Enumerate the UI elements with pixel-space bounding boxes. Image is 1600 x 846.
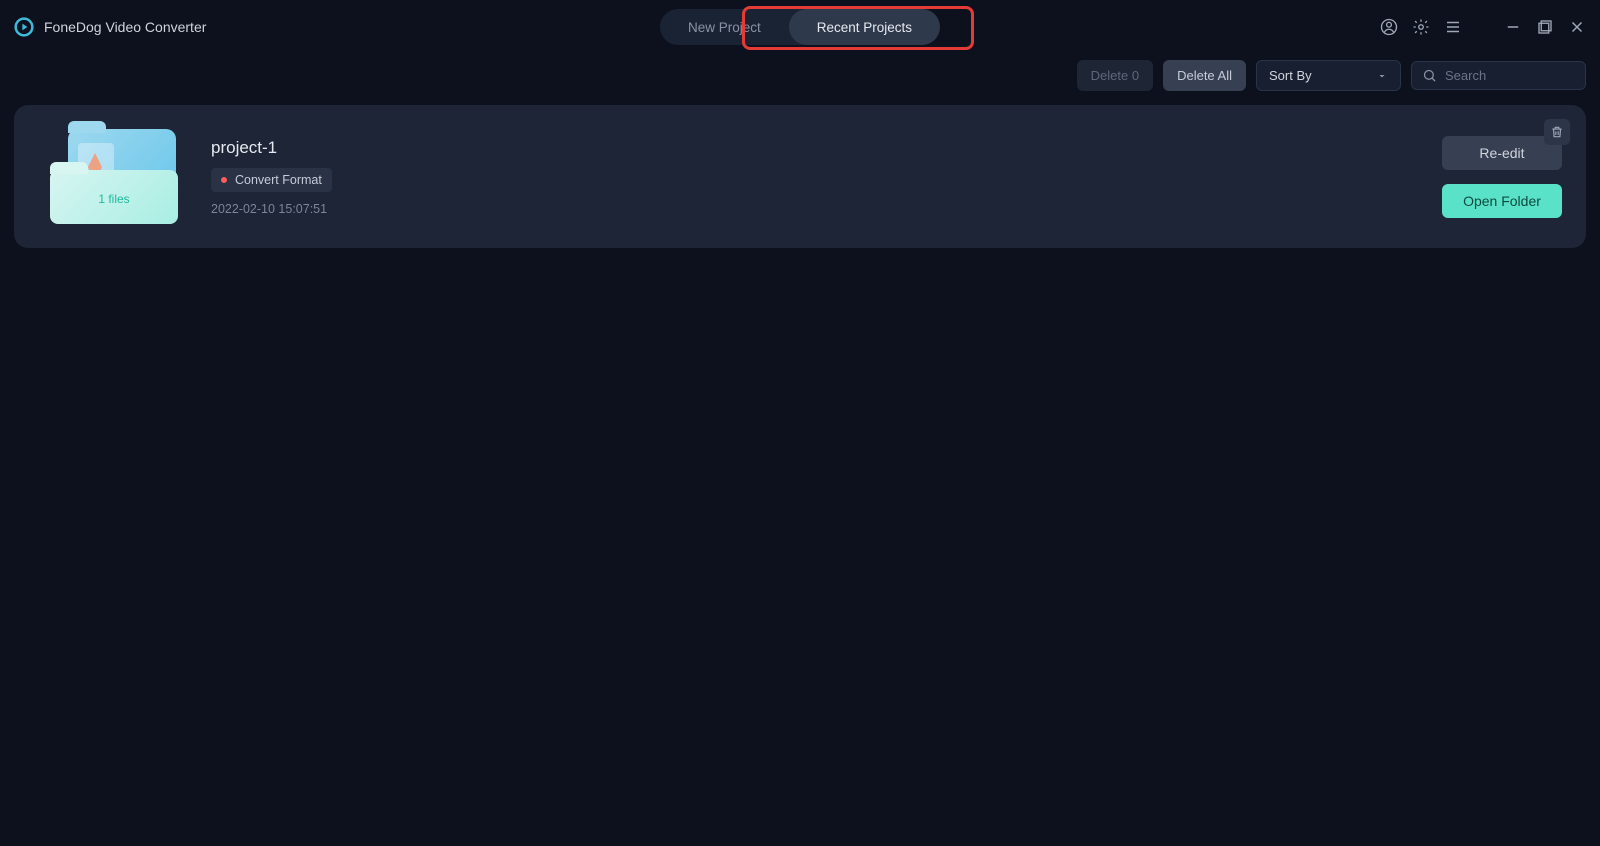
tab-new-project[interactable]: New Project [660,9,789,45]
delete-selected-button[interactable]: Delete 0 [1077,60,1153,91]
maximize-icon[interactable] [1536,18,1554,36]
content-area: 1 files project-1 Convert Format 2022-02… [0,95,1600,846]
gear-icon[interactable] [1412,18,1430,36]
delete-project-button[interactable] [1544,119,1570,145]
search-icon [1422,68,1437,83]
project-timestamp: 2022-02-10 15:07:51 [211,202,332,216]
delete-all-button[interactable]: Delete All [1163,60,1246,91]
status-dot-icon [221,177,227,183]
project-badge-label: Convert Format [235,173,322,187]
close-icon[interactable] [1568,18,1586,36]
app-logo-icon [14,17,34,37]
project-badge: Convert Format [211,168,332,192]
project-card: 1 files project-1 Convert Format 2022-02… [14,105,1586,248]
project-info: project-1 Convert Format 2022-02-10 15:0… [211,138,332,216]
menu-icon[interactable] [1444,18,1462,36]
brand: FoneDog Video Converter [14,17,206,37]
project-actions: Re-edit Open Folder [1442,136,1562,218]
open-folder-button[interactable]: Open Folder [1442,184,1562,218]
main-tabs: New Project Recent Projects [660,9,940,45]
toolbar: Delete 0 Delete All Sort By [0,54,1600,95]
window-controls [1380,18,1586,36]
search-box[interactable] [1411,61,1586,90]
titlebar: FoneDog Video Converter New Project Rece… [0,0,1600,54]
tab-recent-projects[interactable]: Recent Projects [789,9,940,45]
sort-by-dropdown[interactable]: Sort By [1256,60,1401,91]
app-title: FoneDog Video Converter [44,19,206,35]
project-title: project-1 [211,138,332,158]
thumb-file-count: 1 files [98,192,129,206]
project-thumbnail: 1 files [50,129,185,224]
sort-by-label: Sort By [1269,68,1312,83]
chevron-down-icon [1376,70,1388,82]
account-icon[interactable] [1380,18,1398,36]
search-input[interactable] [1445,68,1575,83]
minimize-icon[interactable] [1504,18,1522,36]
trash-icon [1550,125,1564,139]
